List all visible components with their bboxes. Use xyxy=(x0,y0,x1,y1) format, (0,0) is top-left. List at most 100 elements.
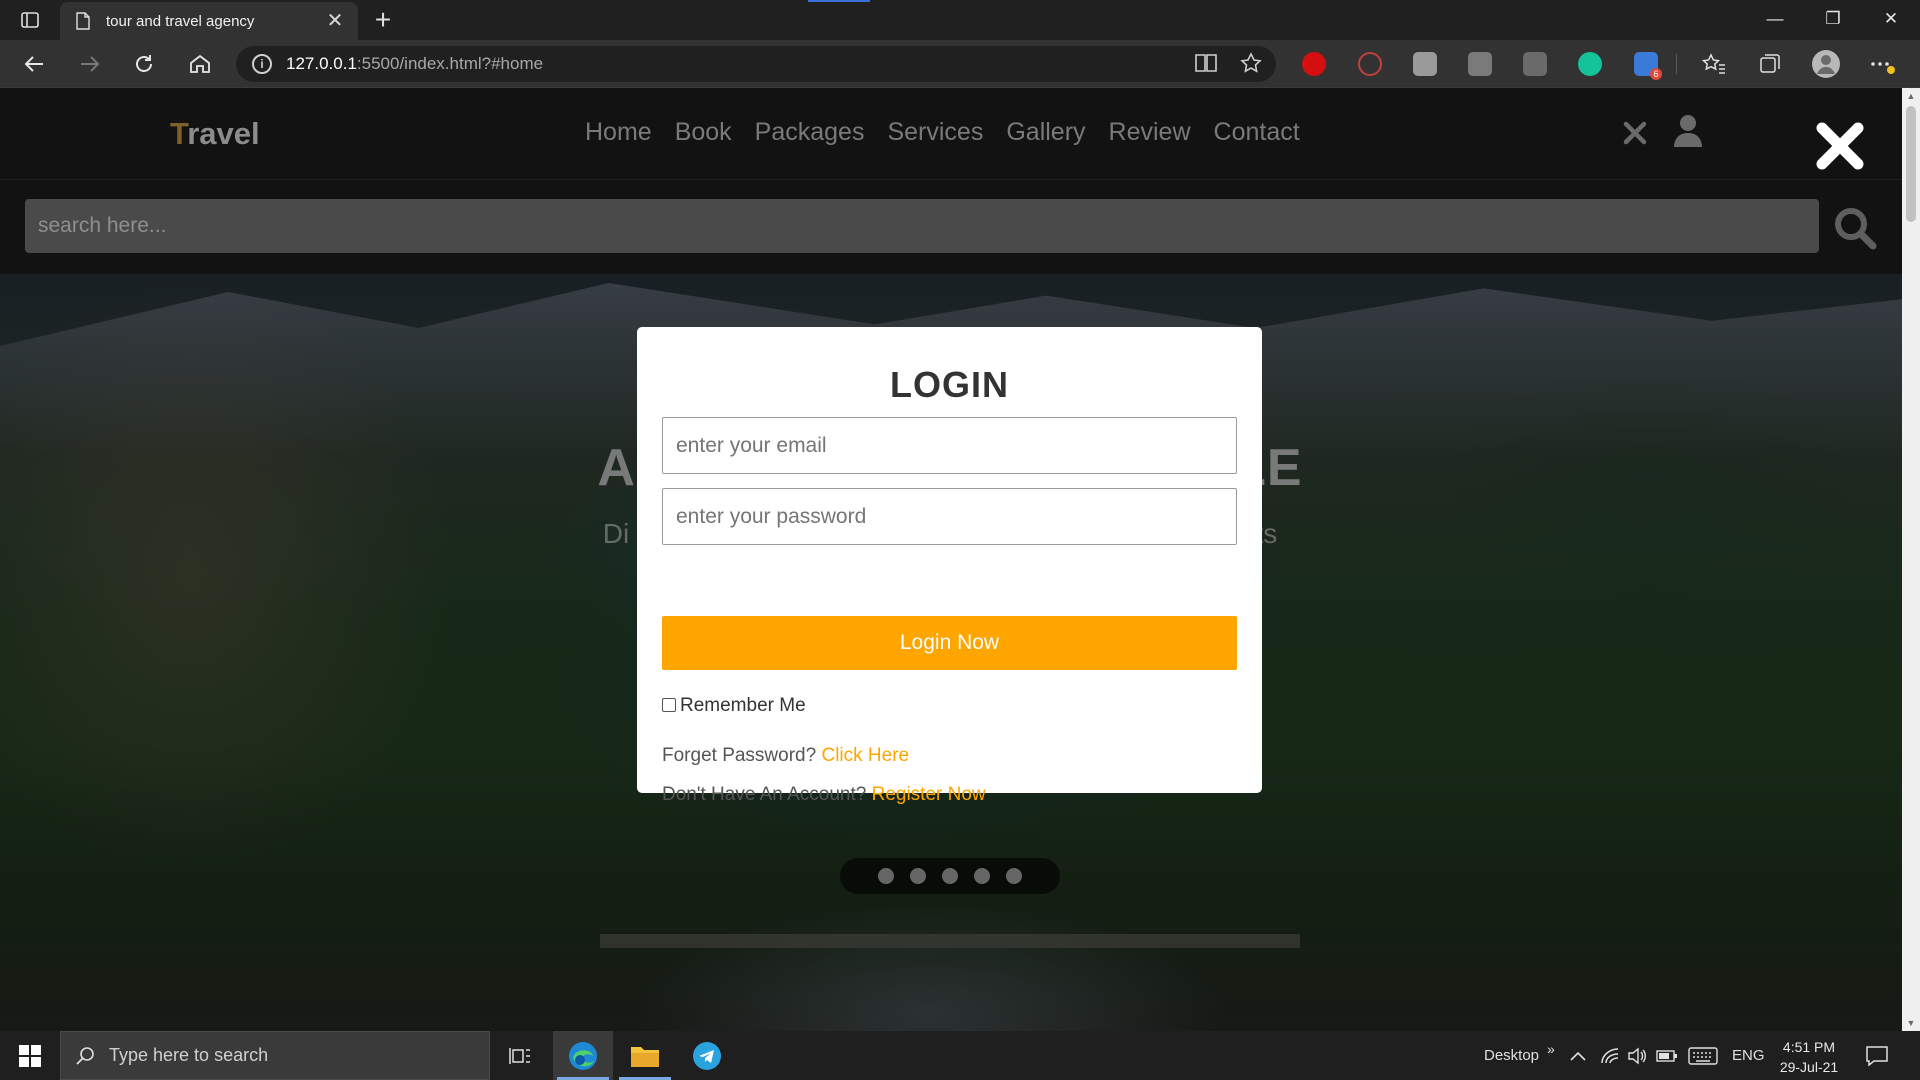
nav-review[interactable]: Review xyxy=(1109,118,1191,147)
taskbar-clock[interactable]: 4:51 PM 29-Jul-21 xyxy=(1774,1037,1844,1077)
scroll-up-arrow[interactable]: ▲ xyxy=(1902,88,1920,104)
network-icon[interactable] xyxy=(1600,1031,1620,1080)
user-icon[interactable] xyxy=(1673,114,1703,153)
windows-taskbar: Type here to search Desktop » ENG 4:51 PM… xyxy=(0,1031,1920,1080)
back-button[interactable] xyxy=(18,48,50,80)
extension-icon-4[interactable] xyxy=(1468,52,1492,76)
remember-me-checkbox[interactable] xyxy=(662,697,676,712)
settings-more-button[interactable] xyxy=(1866,48,1898,80)
desktop-label: Desktop xyxy=(1484,1047,1540,1064)
nav-packages[interactable]: Packages xyxy=(755,118,865,147)
tab-title: tour and travel agency xyxy=(106,12,255,30)
add-favorite-icon[interactable] xyxy=(1240,52,1264,79)
nav-home[interactable]: Home xyxy=(585,118,652,147)
extension-icon-3[interactable] xyxy=(1413,52,1437,76)
input-language[interactable]: ENG xyxy=(1732,1031,1765,1080)
taskbar-search-box[interactable]: Type here to search xyxy=(60,1031,490,1080)
site-search-input[interactable] xyxy=(25,199,1819,253)
tab-close-icon[interactable]: ✕ xyxy=(324,10,346,32)
taskbar-edge[interactable] xyxy=(553,1031,613,1080)
keyboard-icon[interactable] xyxy=(1688,1031,1718,1080)
register-line: Don't Have An Account? Register Now xyxy=(662,784,986,806)
video-slider-controls xyxy=(840,858,1060,894)
favorites-button[interactable] xyxy=(1698,48,1730,80)
home-button[interactable] xyxy=(184,48,216,80)
nav-book[interactable]: Book xyxy=(675,118,732,147)
restore-button[interactable]: ❐ xyxy=(1804,0,1862,38)
minimize-button[interactable]: — xyxy=(1746,0,1804,38)
slider-dot[interactable] xyxy=(878,868,894,884)
slider-dot[interactable] xyxy=(974,868,990,884)
tab-actions-icon[interactable] xyxy=(14,8,46,32)
scroll-down-arrow[interactable]: ▼ xyxy=(1902,1015,1920,1031)
site-info-icon[interactable]: i xyxy=(252,54,272,74)
web-page: ADVHILE Diits Travel Home Book Packages … xyxy=(0,88,1902,1031)
main-nav: Home Book Packages Services Gallery Revi… xyxy=(585,118,1300,147)
search-icon[interactable] xyxy=(1833,206,1877,250)
new-tab-button[interactable]: + xyxy=(368,4,398,36)
site-logo[interactable]: Travel xyxy=(170,116,260,152)
login-now-button[interactable]: Login Now xyxy=(662,616,1237,670)
url-path: :5500/index.html?#home xyxy=(356,54,544,73)
window-close-button[interactable]: ✕ xyxy=(1862,0,1920,38)
profile-avatar[interactable] xyxy=(1810,48,1842,80)
volume-icon[interactable] xyxy=(1627,1031,1647,1080)
password-field[interactable] xyxy=(662,488,1237,545)
remember-me-label[interactable]: Remember Me xyxy=(680,695,806,717)
extension-icon-7[interactable]: 6 xyxy=(1634,52,1662,80)
task-view-button[interactable] xyxy=(490,1031,550,1080)
extension-icon-5[interactable] xyxy=(1523,52,1547,76)
toolbar-separator xyxy=(1676,54,1677,74)
browser-tab-active[interactable]: tour and travel agency ✕ xyxy=(60,2,358,40)
login-heading: LOGIN xyxy=(890,364,1009,405)
remember-me-row: Remember Me xyxy=(662,695,806,717)
extension-badge: 6 xyxy=(1650,68,1662,80)
battery-icon[interactable] xyxy=(1656,1031,1678,1080)
adblock-extension-icon[interactable] xyxy=(1302,52,1326,76)
window-controls: — ❐ ✕ xyxy=(1746,0,1920,40)
grammarly-extension-icon[interactable] xyxy=(1578,52,1602,76)
forgot-password-link[interactable]: Click Here xyxy=(821,745,909,766)
search-icon xyxy=(76,1046,94,1065)
slider-dot[interactable] xyxy=(910,868,926,884)
language-label: ENG xyxy=(1732,1047,1765,1064)
refresh-button[interactable] xyxy=(128,48,160,80)
immersive-reader-icon[interactable] xyxy=(1194,52,1218,79)
show-hidden-icons-button[interactable] xyxy=(1570,1031,1586,1080)
search-toggle-close-icon[interactable] xyxy=(1620,118,1650,153)
scrollbar-thumb[interactable] xyxy=(1906,106,1916,222)
chevron-up-icon xyxy=(1570,1051,1586,1061)
slider-dot[interactable] xyxy=(942,868,958,884)
nav-contact[interactable]: Contact xyxy=(1214,118,1300,147)
email-field[interactable] xyxy=(662,417,1237,474)
translate-extension-icon[interactable] xyxy=(1358,52,1382,76)
desktop-toolbar[interactable]: Desktop » xyxy=(1484,1031,1555,1080)
login-close-icon[interactable] xyxy=(1812,118,1868,174)
login-form: LOGIN Login Now Remember Me Forget Passw… xyxy=(637,327,1262,805)
nav-services[interactable]: Services xyxy=(887,118,983,147)
page-scrollbar[interactable]: ▲ ▼ xyxy=(1902,88,1920,1031)
forward-button[interactable] xyxy=(74,48,106,80)
collections-button[interactable] xyxy=(1754,48,1786,80)
slider-dot[interactable] xyxy=(1006,868,1022,884)
omnibox-actions xyxy=(1194,52,1264,79)
address-bar[interactable]: i 127.0.0.1:5500/index.html?#home xyxy=(236,46,1276,82)
chevron-double-icon: » xyxy=(1547,1040,1555,1057)
register-text: Don't Have An Account? xyxy=(662,784,867,805)
telegram-icon xyxy=(693,1041,721,1070)
action-center-button[interactable] xyxy=(1866,1031,1888,1080)
folder-icon xyxy=(631,1046,659,1067)
taskbar-file-explorer[interactable] xyxy=(615,1031,675,1080)
taskbar-search-placeholder: Type here to search xyxy=(109,1045,269,1065)
url-host: 127.0.0.1 xyxy=(286,54,357,73)
register-link[interactable]: Register Now xyxy=(872,784,986,805)
start-button[interactable] xyxy=(0,1031,60,1080)
nav-gallery[interactable]: Gallery xyxy=(1006,118,1085,147)
edge-icon xyxy=(569,1041,597,1070)
forgot-password-text: Forget Password? xyxy=(662,745,817,766)
document-icon xyxy=(72,10,94,32)
taskbar-telegram[interactable] xyxy=(677,1031,737,1080)
notification-icon xyxy=(1866,1045,1888,1066)
tabbar-accent xyxy=(808,0,870,2)
browser-toolbar: i 127.0.0.1:5500/index.html?#home 6 xyxy=(0,40,1920,88)
